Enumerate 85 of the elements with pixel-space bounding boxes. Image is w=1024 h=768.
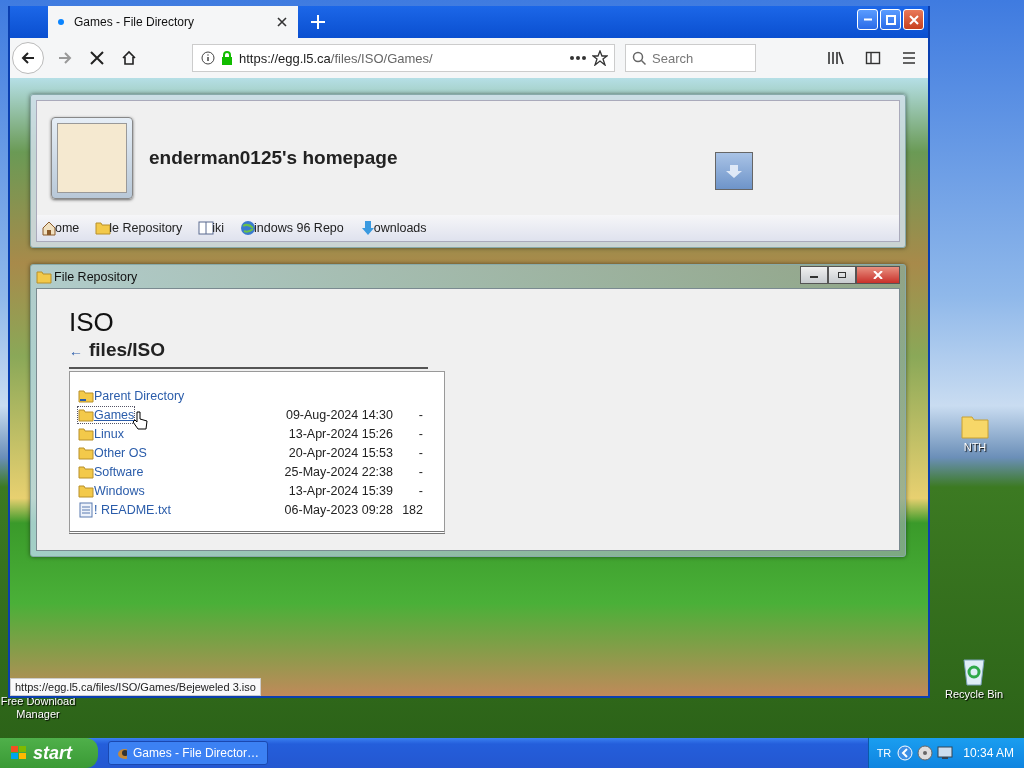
avatar-image: [57, 123, 127, 193]
file-link[interactable]: Games: [78, 406, 135, 423]
file-link[interactable]: Windows: [78, 482, 145, 499]
tab-title: Games - File Directory: [74, 15, 196, 29]
home-icon[interactable]: [121, 50, 137, 66]
back-button[interactable]: [12, 42, 44, 74]
down-arrow-button[interactable]: [715, 152, 753, 190]
file-link[interactable]: Parent Directory: [78, 387, 185, 404]
search-icon: [632, 51, 646, 65]
plus-icon[interactable]: [310, 14, 326, 30]
folder-icon: [95, 220, 112, 236]
nav-link[interactable]: ownloads: [359, 220, 427, 236]
minimize-icon: [863, 18, 872, 21]
down-arrow-icon: [359, 220, 376, 236]
date-text: 13-Apr-2024 15:26: [287, 426, 393, 441]
url-text: https://egg.l5.ca/files/ISO/Games/: [239, 50, 433, 66]
search-field[interactable]: Search: [625, 44, 756, 72]
file-link[interactable]: Linux: [78, 425, 124, 442]
text-file-icon: [78, 501, 94, 518]
nav-link[interactable]: ome: [41, 220, 80, 236]
site-title: enderman0125's homepage: [149, 147, 399, 169]
size-text: -: [417, 407, 423, 422]
nav-link[interactable]: indows 96 Repo: [240, 220, 344, 236]
monitor-icon[interactable]: [937, 745, 954, 761]
close-icon[interactable]: [276, 16, 288, 28]
lock-icon: [221, 51, 233, 65]
folder-icon: [78, 482, 94, 499]
close-icon: [908, 14, 919, 25]
disc-icon[interactable]: [917, 745, 934, 761]
status-tooltip: https://egg.l5.ca/files/ISO/Games/Bejeweled 3.iso: [10, 678, 261, 696]
recycle-bin-icon: [960, 656, 988, 686]
folder-icon: [78, 425, 94, 442]
file-link[interactable]: Software: [78, 463, 144, 480]
folder-icon: [36, 268, 52, 285]
page-heading: ISO: [69, 306, 115, 339]
star-icon[interactable]: [592, 50, 608, 66]
size-text: 182: [401, 502, 423, 517]
size-text: -: [417, 426, 423, 441]
chevron-left-icon[interactable]: [897, 745, 914, 761]
close-button[interactable]: [856, 265, 900, 284]
maximize-button[interactable]: [828, 265, 856, 284]
loading-dot-icon: [58, 19, 64, 25]
nav-link[interactable]: le Repository: [95, 220, 183, 236]
close-icon: [873, 270, 883, 279]
info-icon: [201, 51, 215, 65]
file-link[interactable]: ! README.txt: [78, 501, 172, 518]
maximize-icon: [837, 270, 847, 279]
back-link[interactable]: ←: [69, 343, 83, 359]
date-text: 09-Aug-2024 14:30: [284, 407, 393, 422]
folder-icon: [961, 413, 989, 439]
book-icon: [198, 220, 215, 236]
date-text: 06-May-2023 09:28: [283, 502, 393, 517]
folder-icon: [78, 406, 94, 423]
back-arrow-icon: [20, 50, 36, 66]
stop-icon[interactable]: [89, 50, 105, 66]
date-text: 25-May-2024 22:38: [283, 464, 393, 479]
nav-link[interactable]: iki: [198, 220, 225, 236]
minimize-button[interactable]: [800, 265, 828, 284]
folder-icon: [78, 444, 94, 461]
icon-label[interactable]: Recycle Bin: [944, 688, 1004, 701]
address-bar[interactable]: https://egg.l5.ca/files/ISO/Games/: [192, 44, 615, 72]
folder-up-icon: [78, 387, 94, 404]
menu-icon[interactable]: [901, 50, 917, 66]
size-text: -: [417, 464, 423, 479]
forward-arrow-icon[interactable]: [57, 50, 73, 66]
clock: 10:34 AM: [963, 746, 1014, 760]
folder-icon: [78, 463, 94, 480]
browser-tab[interactable]: Games - File Directory: [48, 6, 298, 38]
house-icon: [41, 220, 57, 236]
size-text: -: [417, 483, 423, 498]
down-arrow-icon: [724, 163, 744, 179]
window-title: File Repository: [54, 269, 138, 284]
size-text: -: [417, 445, 423, 460]
more-dots-icon[interactable]: [570, 56, 586, 60]
maximize-icon: [885, 14, 896, 25]
library-icon[interactable]: [827, 50, 845, 66]
date-text: 20-Apr-2024 15:53: [287, 445, 393, 460]
app-icon: [117, 746, 127, 760]
hand-cursor-icon: [132, 410, 149, 431]
windows-logo-icon: [10, 745, 28, 761]
date-text: 13-Apr-2024 15:39: [287, 483, 393, 498]
sidebar-icon[interactable]: [865, 50, 881, 66]
taskbar-button[interactable]: Games - File Director…: [108, 741, 268, 765]
path-heading: files/ISO: [89, 339, 166, 361]
file-link[interactable]: Other OS: [78, 444, 147, 461]
